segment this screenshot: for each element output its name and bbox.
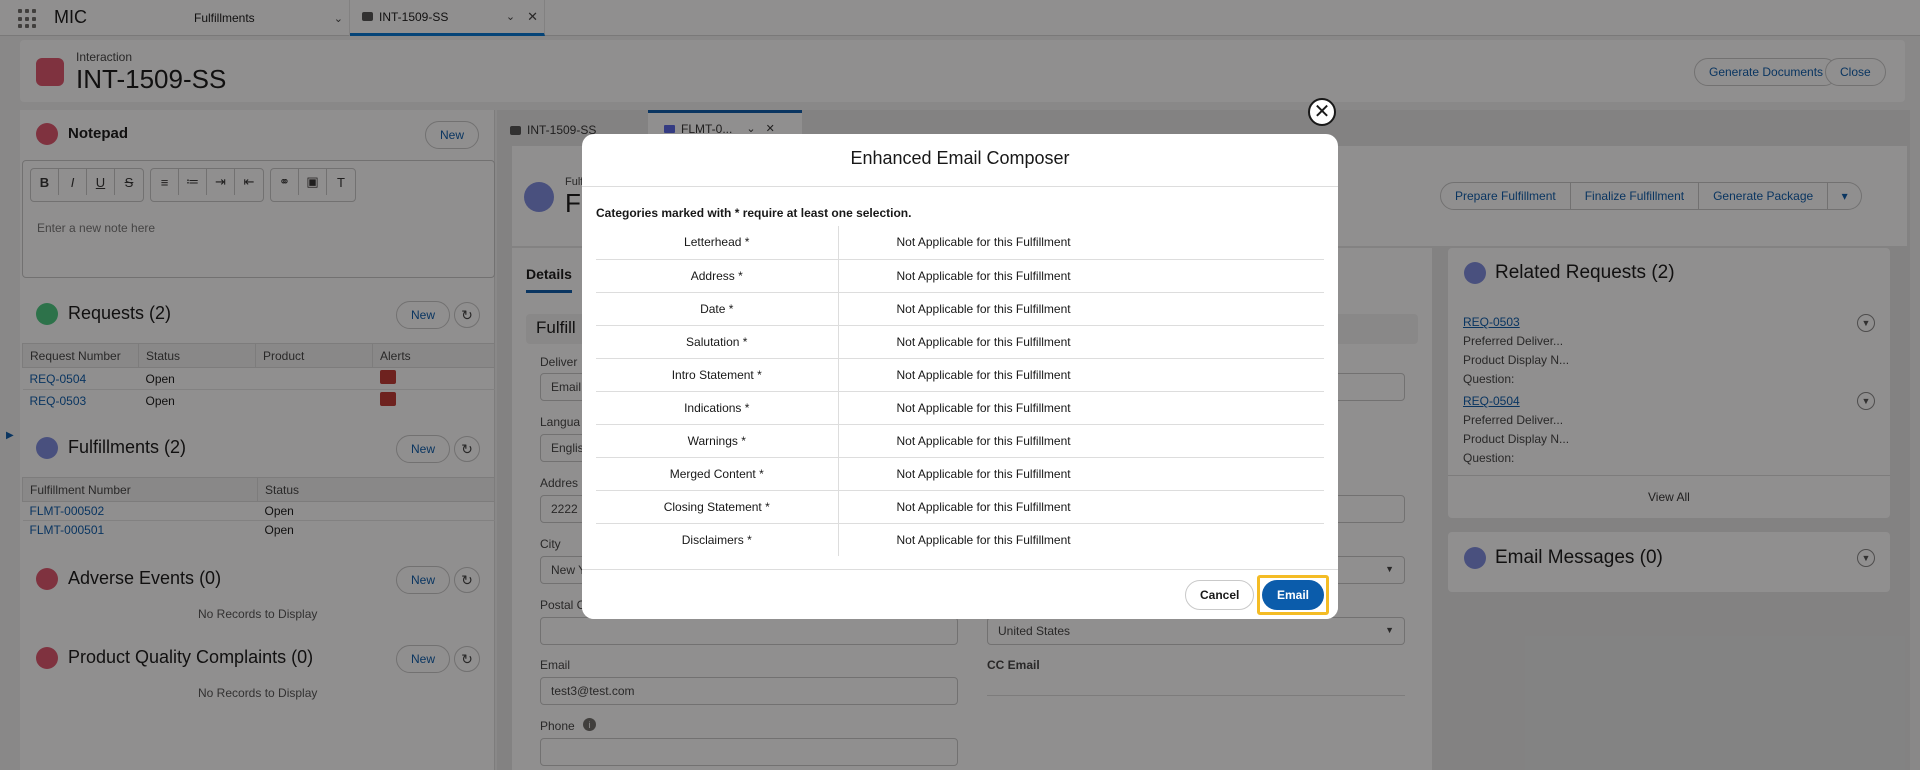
table-row: Address * Not Applicable for this Fulfill…	[596, 259, 1324, 293]
category-name: Intro Statement *	[596, 358, 839, 392]
category-name: Salutation *	[596, 325, 839, 359]
category-name: Merged Content *	[596, 457, 839, 491]
category-name: Indications *	[596, 391, 839, 425]
category-value: Not Applicable for this Fulfillment	[838, 226, 1324, 260]
category-value: Not Applicable for this Fulfillment	[838, 391, 1324, 425]
table-row: Warnings * Not Applicable for this Fulfil…	[596, 424, 1324, 458]
categories-table: Letterhead * Not Applicable for this Fulf…	[596, 226, 1324, 556]
table-row: Closing Statement * Not Applicable for th…	[596, 490, 1324, 524]
table-row: Salutation * Not Applicable for this Fulf…	[596, 325, 1324, 359]
email-composer-modal: Enhanced Email Composer Categories marke…	[582, 134, 1338, 619]
email-button[interactable]: Email	[1262, 580, 1324, 610]
modal-footer: Cancel Email	[582, 569, 1338, 619]
category-value: Not Applicable for this Fulfillment	[838, 457, 1324, 491]
table-row: Indications * Not Applicable for this Ful…	[596, 391, 1324, 425]
category-name: Address *	[596, 259, 839, 293]
category-value: Not Applicable for this Fulfillment	[838, 424, 1324, 458]
category-name: Letterhead *	[596, 226, 839, 260]
table-row: Merged Content * Not Applicable for this …	[596, 457, 1324, 491]
category-value: Not Applicable for this Fulfillment	[838, 325, 1324, 359]
category-name: Disclaimers *	[596, 523, 839, 556]
category-value: Not Applicable for this Fulfillment	[838, 358, 1324, 392]
table-row: Intro Statement * Not Applicable for this…	[596, 358, 1324, 392]
table-row: Letterhead * Not Applicable for this Fulf…	[596, 226, 1324, 260]
table-row: Disclaimers * Not Applicable for this Ful…	[596, 523, 1324, 556]
divider	[582, 186, 1338, 187]
modal-close-icon[interactable]: ✕	[1308, 98, 1336, 126]
category-value: Not Applicable for this Fulfillment	[896, 532, 1071, 547]
category-name: Date *	[596, 292, 839, 326]
category-value: Not Applicable for this Fulfillment	[838, 490, 1324, 524]
modal-title: Enhanced Email Composer	[850, 148, 1070, 168]
table-row: Date * Not Applicable for this Fulfillmen…	[596, 292, 1324, 326]
category-value: Not Applicable for this Fulfillment	[838, 292, 1324, 326]
email-button-highlight: Email	[1257, 575, 1329, 615]
category-value: Not Applicable for this Fulfillment	[838, 259, 1324, 293]
required-note: Categories marked with * require at leas…	[596, 206, 912, 220]
cancel-button[interactable]: Cancel	[1185, 580, 1255, 610]
category-name: Warnings *	[596, 424, 839, 458]
category-name: Closing Statement *	[596, 490, 839, 524]
